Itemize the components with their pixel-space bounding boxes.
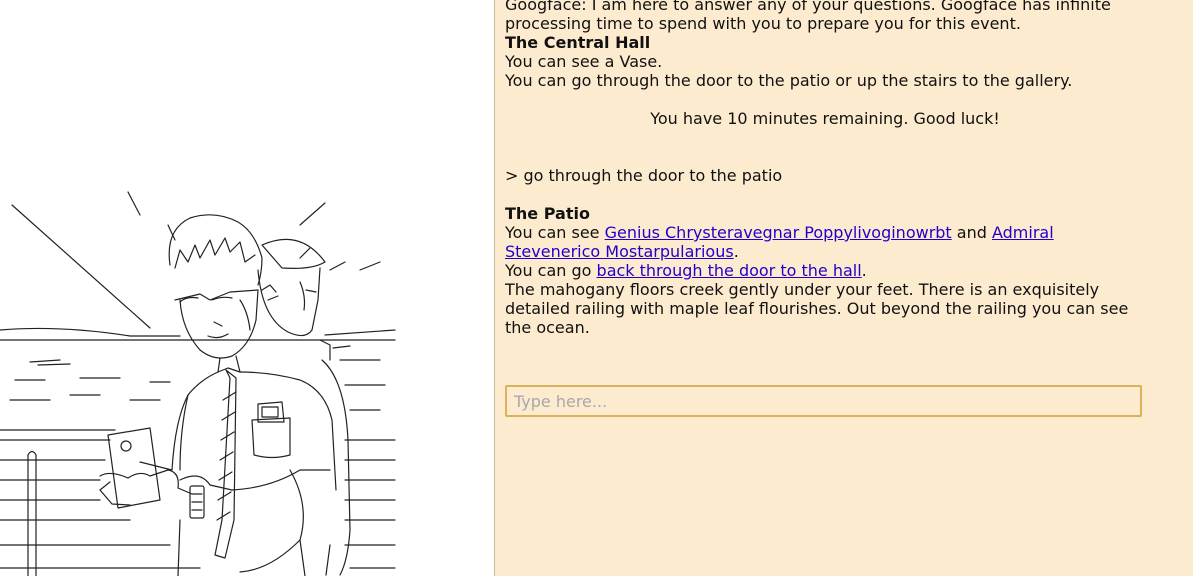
illustration-panel bbox=[0, 0, 494, 576]
intro-text: Googface: I am here to answer any of you… bbox=[505, 0, 1111, 33]
room-title-central-hall: The Central Hall bbox=[505, 33, 651, 52]
selfie-man-figure bbox=[99, 214, 337, 576]
railing bbox=[0, 429, 396, 576]
room-description: The mahogany floors creek gently under y… bbox=[505, 280, 1129, 337]
link-genius[interactable]: Genius Chrysteravegnar Poppylivoginowrbt bbox=[605, 223, 952, 242]
see-prefix: You can see bbox=[505, 223, 605, 242]
see-suffix: . bbox=[733, 242, 739, 261]
link-back-to-hall[interactable]: back through the door to the hall bbox=[597, 261, 862, 280]
room-items-text: You can see a Vase. bbox=[505, 52, 663, 71]
game-text-panel: Googface: I am here to answer any of you… bbox=[495, 0, 1193, 576]
go-suffix: . bbox=[861, 261, 867, 280]
game-log: Googface: I am here to answer any of you… bbox=[505, 0, 1145, 337]
and-text: and bbox=[951, 223, 992, 242]
command-input[interactable] bbox=[505, 385, 1142, 417]
sea-and-horizon bbox=[0, 327, 396, 411]
room-exits-patio: You can go back through the door to the … bbox=[505, 261, 1145, 280]
sun-rays bbox=[11, 191, 381, 329]
patio-illustration bbox=[0, 191, 396, 576]
smartphone-icon bbox=[107, 427, 161, 509]
room-people-text: You can see Genius Chrysteravegnar Poppy… bbox=[505, 223, 1145, 261]
timer-text: You have 10 minutes remaining. Good luck… bbox=[650, 109, 1000, 128]
command-echo: > go through the door to the patio bbox=[505, 166, 783, 185]
room-title-patio: The Patio bbox=[505, 204, 590, 223]
room-exits-text: You can go through the door to the patio… bbox=[505, 71, 1073, 90]
go-prefix: You can go bbox=[505, 261, 597, 280]
